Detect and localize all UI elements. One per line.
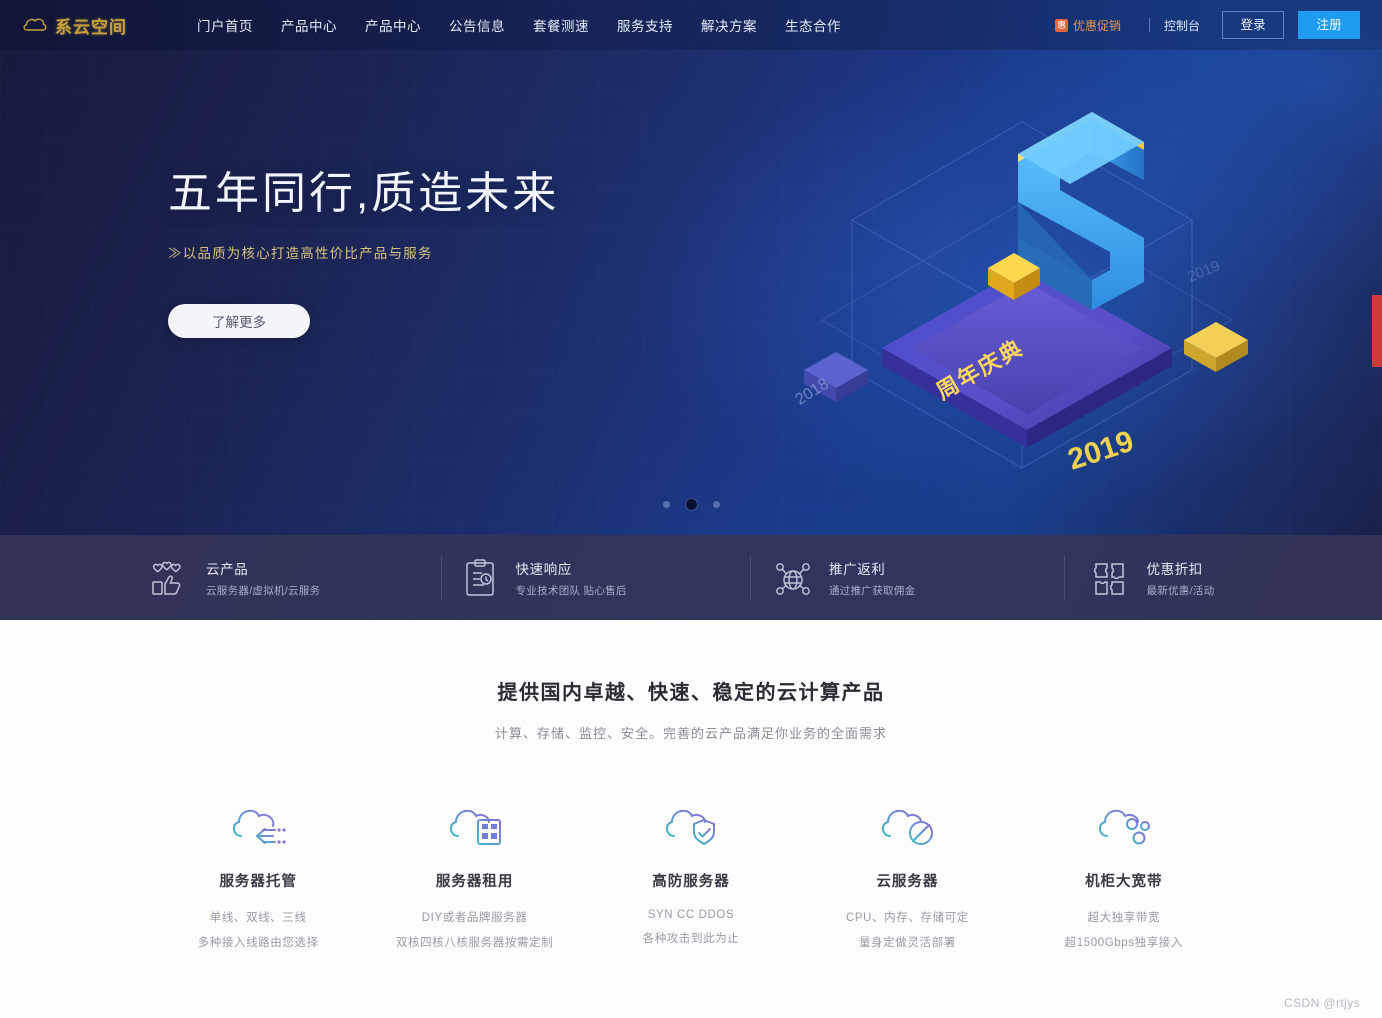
product-line-1: DIY或者品牌服务器 — [421, 912, 528, 924]
feature-item-fast-response[interactable]: 快速响应 专业技术团队 贴心售后 — [442, 553, 752, 603]
hero-banner: 系云空间 门户首页 产品中心 产品中心 公告信息 套餐测速 服务支持 解决方案 … — [0, 0, 1382, 620]
clipboard-icon — [460, 558, 500, 598]
product-card-bandwidth[interactable]: 机柜大宽带 超大独享带宽 超1500Gbps独享接入 — [1016, 800, 1232, 950]
section-subtitle: 计算、存储、监控、安全。完善的云产品满足你业务的全面需求 — [494, 726, 887, 741]
cloud-like-icon — [150, 558, 190, 598]
product-name: 服务器租用 — [435, 874, 514, 890]
page-root: 系云空间 门户首页 产品中心 产品中心 公告信息 套餐测速 服务支持 解决方案 … — [0, 0, 1382, 1018]
login-button[interactable]: 登录 — [1222, 11, 1284, 39]
feature-item-referral[interactable]: 推广返利 通过推广获取佣金 — [751, 553, 1065, 603]
nav-item-partners[interactable]: 生态合作 — [782, 11, 844, 39]
product-line-2: 超1500Gbps独享接入 — [1064, 937, 1183, 949]
nav-item-solutions[interactable]: 解决方案 — [698, 11, 760, 39]
register-button[interactable]: 注册 — [1298, 11, 1360, 39]
product-name: 云服务器 — [876, 874, 939, 890]
product-card-ddos[interactable]: 高防服务器 SYN CC DDOS 各种攻击到此为止 — [583, 800, 799, 946]
nav-divider — [1148, 18, 1150, 32]
cloud-server-icon — [876, 800, 938, 848]
product-line-1: CPU、内存、存储可定 — [845, 912, 969, 924]
section-header: 提供国内卓越、快速、稳定的云计算产品 计算、存储、监控、安全。完善的云产品满足你… — [0, 620, 1382, 742]
product-line-1: 超大独享带宽 — [1087, 912, 1161, 924]
product-name: 高防服务器 — [652, 874, 730, 890]
product-name: 服务器托管 — [219, 874, 297, 890]
feature-text: 云产品 云服务器/虚拟机/云服务 — [206, 558, 320, 598]
section-title: 提供国内卓越、快速、稳定的云计算产品 — [497, 682, 885, 704]
feature-item-cloud-products[interactable]: 云产品 云服务器/虚拟机/云服务 — [0, 553, 442, 603]
cloud-rent-icon — [444, 800, 506, 848]
watermark: CSDN @rtjys — [1284, 996, 1360, 1010]
product-line-1: SYN CC DDOS — [647, 909, 735, 921]
promo-label: 优惠促销 — [1072, 18, 1121, 33]
svg-text:2019: 2019 — [1185, 257, 1222, 285]
feature-text: 推广返利 通过推广获取佣金 — [829, 558, 915, 598]
site-logo[interactable]: 系云空间 — [22, 13, 162, 38]
nav-right-actions: 惠 优惠促销 控制台 登录 注册 — [1054, 11, 1360, 39]
promo-link[interactable]: 惠 优惠促销 — [1054, 17, 1121, 34]
carousel-dot-3[interactable] — [712, 501, 720, 508]
learn-more-button[interactable]: 了解更多 — [168, 303, 310, 338]
product-name: 机柜大宽带 — [1085, 874, 1163, 890]
logo-text: 系云空间 — [55, 17, 127, 37]
feature-text: 优惠折扣 最新优惠/活动 — [1147, 558, 1215, 598]
globe-network-icon — [773, 558, 813, 598]
nav-item-products-2[interactable]: 产品中心 — [362, 11, 424, 39]
hero-illustration: 周年庆典 2018 2019 2019 — [742, 70, 1262, 500]
products-section: 提供国内卓越、快速、稳定的云计算产品 计算、存储、监控、安全。完善的云产品满足你… — [0, 620, 1382, 1018]
feature-desc: 云服务器/虚拟机/云服务 — [206, 584, 321, 597]
carousel-dot-1[interactable] — [662, 501, 670, 508]
nav-item-announcements[interactable]: 公告信息 — [446, 11, 508, 39]
product-card-cloud-server[interactable]: 云服务器 CPU、内存、存储可定 量身定做灵活部署 — [799, 800, 1015, 950]
product-line-2: 量身定做灵活部署 — [859, 937, 956, 949]
carousel-dot-2[interactable] — [685, 499, 697, 510]
feature-desc: 通过推广获取佣金 — [829, 584, 916, 597]
puzzle-icon — [1091, 558, 1131, 598]
carousel-dots — [0, 499, 1382, 510]
top-navigation-bar: 系云空间 门户首页 产品中心 产品中心 公告信息 套餐测速 服务支持 解决方案 … — [0, 0, 1382, 50]
feature-title: 快速响应 — [515, 561, 572, 577]
feature-desc: 专业技术团队 贴心售后 — [515, 584, 627, 597]
product-grid: 服务器托管 单线、双线、三线 多种接入线路由您选择 服务器租用 DIY或者品牌服… — [0, 800, 1382, 950]
console-link[interactable]: 控制台 — [1164, 17, 1200, 34]
hero-copy: 五年同行,质造未来 ≫以品质为核心打造高性价比产品与服务 了解更多 — [168, 168, 559, 338]
art-year-right: 2019 — [1064, 425, 1138, 477]
cloud-shield-icon — [660, 800, 722, 848]
product-line-2: 双核四核八核服务器按需定制 — [395, 937, 554, 949]
product-card-rental[interactable]: 服务器租用 DIY或者品牌服务器 双核四核八核服务器按需定制 — [366, 800, 582, 950]
feature-title: 优惠折扣 — [1146, 561, 1203, 577]
side-promo-tab[interactable] — [1372, 295, 1382, 367]
cloud-host-icon — [227, 800, 289, 848]
feature-text: 快速响应 专业技术团队 贴心售后 — [516, 558, 627, 598]
hero-title: 五年同行,质造未来 — [168, 169, 560, 218]
product-line-2: 多种接入线路由您选择 — [197, 937, 319, 949]
product-line-2: 各种攻击到此为止 — [642, 933, 740, 945]
nav-item-products-1[interactable]: 产品中心 — [278, 11, 340, 39]
feature-item-discount[interactable]: 优惠折扣 最新优惠/活动 — [1065, 553, 1382, 603]
cloud-bandwidth-icon — [1093, 800, 1155, 848]
nav-item-home[interactable]: 门户首页 — [194, 11, 256, 39]
feature-title: 云产品 — [206, 561, 249, 577]
promo-badge-icon: 惠 — [1054, 18, 1068, 32]
feature-title: 推广返利 — [829, 561, 886, 577]
feature-desc: 最新优惠/活动 — [1146, 584, 1215, 597]
nav-item-speedtest[interactable]: 套餐测速 — [530, 11, 592, 39]
nav-links: 门户首页 产品中心 产品中心 公告信息 套餐测速 服务支持 解决方案 生态合作 — [194, 11, 844, 39]
product-card-hosting[interactable]: 服务器托管 单线、双线、三线 多种接入线路由您选择 — [150, 800, 366, 950]
hero-subtitle: ≫以品质为核心打造高性价比产品与服务 — [168, 245, 433, 261]
cloud-icon — [22, 16, 48, 34]
nav-item-support[interactable]: 服务支持 — [614, 11, 676, 39]
feature-bar: 云产品 云服务器/虚拟机/云服务 快速响应 专业技术团队 贴心售后 推广返利 通… — [0, 535, 1382, 620]
product-line-1: 单线、双线、三线 — [209, 912, 307, 924]
